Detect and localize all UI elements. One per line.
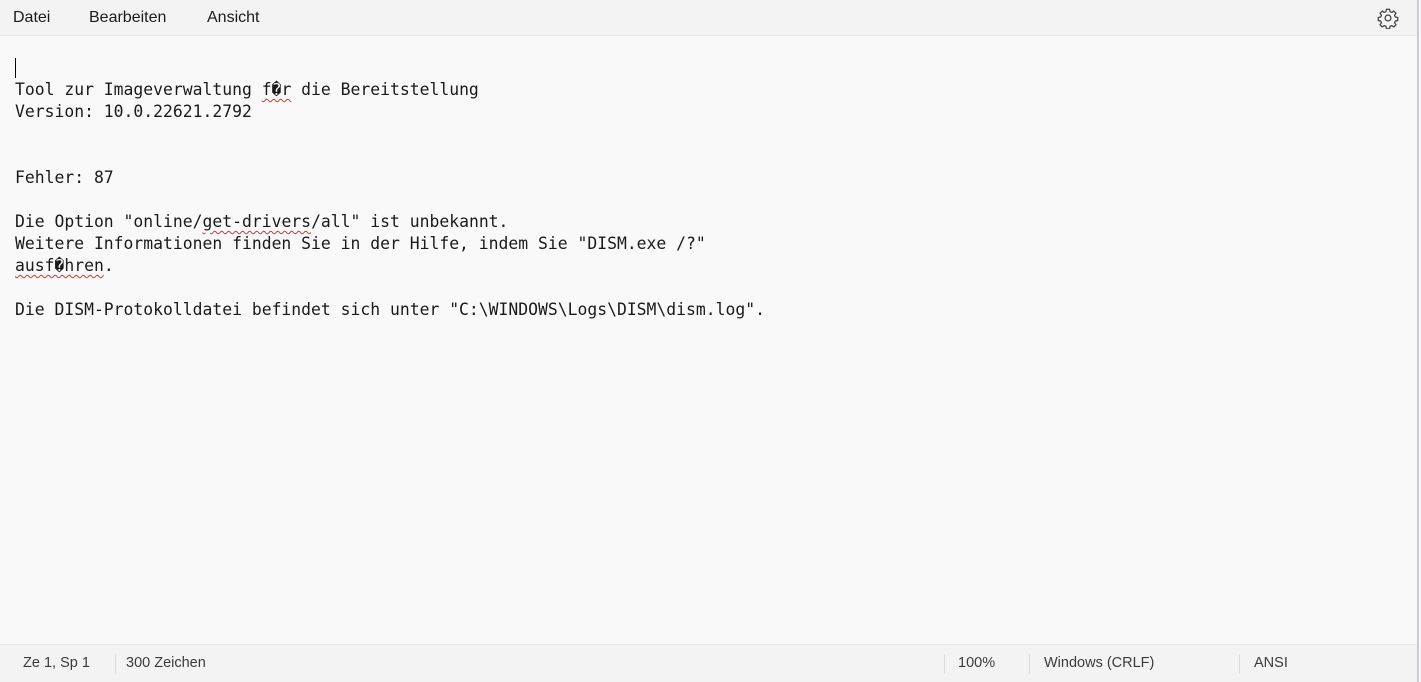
encoding[interactable]: ANSI	[1254, 645, 1288, 682]
text-line: Die Option "online/get-drivers/all" ist …	[15, 211, 765, 233]
text-line	[15, 189, 765, 211]
menu-edit[interactable]: Bearbeiten	[83, 0, 172, 36]
text-run: Die DISM-Protokolldatei befindet sich un…	[15, 300, 765, 319]
text-line: Weitere Informationen finden Sie in der …	[15, 233, 765, 255]
text-line: Fehler: 87	[15, 167, 765, 189]
zoom-level[interactable]: 100%	[958, 645, 995, 682]
text-line: Die DISM-Protokolldatei befindet sich un…	[15, 299, 765, 321]
text-editor[interactable]: Tool zur Imageverwaltung f�r die Bereits…	[0, 37, 1417, 644]
status-divider	[1239, 654, 1240, 674]
text-run: /all" ist unbekannt.	[311, 212, 509, 231]
text-line	[15, 123, 765, 145]
spellcheck-word: ausf�hren	[15, 256, 104, 275]
text-line	[15, 145, 765, 167]
status-bar: Ze 1, Sp 1 300 Zeichen 100% Windows (CRL…	[0, 644, 1417, 682]
status-divider	[944, 654, 945, 674]
gear-icon[interactable]	[1377, 7, 1399, 30]
spellcheck-word: f�r	[261, 80, 292, 99]
text-run: Tool zur Imageverwaltung	[15, 80, 262, 99]
text-line: Version: 10.0.22621.2792	[15, 101, 765, 123]
text-line: Tool zur Imageverwaltung f�r die Bereits…	[15, 79, 765, 101]
line-ending[interactable]: Windows (CRLF)	[1044, 645, 1154, 682]
status-divider	[1029, 654, 1030, 674]
text-run: .	[103, 256, 114, 275]
text-line: ausf�hren.	[15, 255, 765, 277]
menu-view[interactable]: Ansicht	[201, 0, 265, 36]
menu-file[interactable]: Datei	[7, 0, 56, 36]
text-run: die Bereitstellung	[291, 80, 479, 99]
cursor-position: Ze 1, Sp 1	[23, 655, 90, 671]
text-line	[15, 277, 765, 299]
notepad-window: Datei Bearbeiten Ansicht Tool zur Imagev…	[0, 0, 1419, 682]
text-run: Fehler: 87	[15, 168, 114, 187]
character-count: 300 Zeichen	[126, 655, 206, 671]
spellcheck-word: get-drivers	[202, 212, 312, 231]
text-caret	[15, 58, 16, 78]
status-divider	[115, 654, 116, 674]
menu-bar: Datei Bearbeiten Ansicht	[0, 0, 1417, 36]
text-run: Weitere Informationen finden Sie in der …	[15, 234, 706, 253]
text-run: Die Option "online/	[15, 212, 203, 231]
text-run: Version: 10.0.22621.2792	[15, 102, 252, 121]
document-text[interactable]: Tool zur Imageverwaltung f�r die Bereits…	[15, 79, 765, 321]
